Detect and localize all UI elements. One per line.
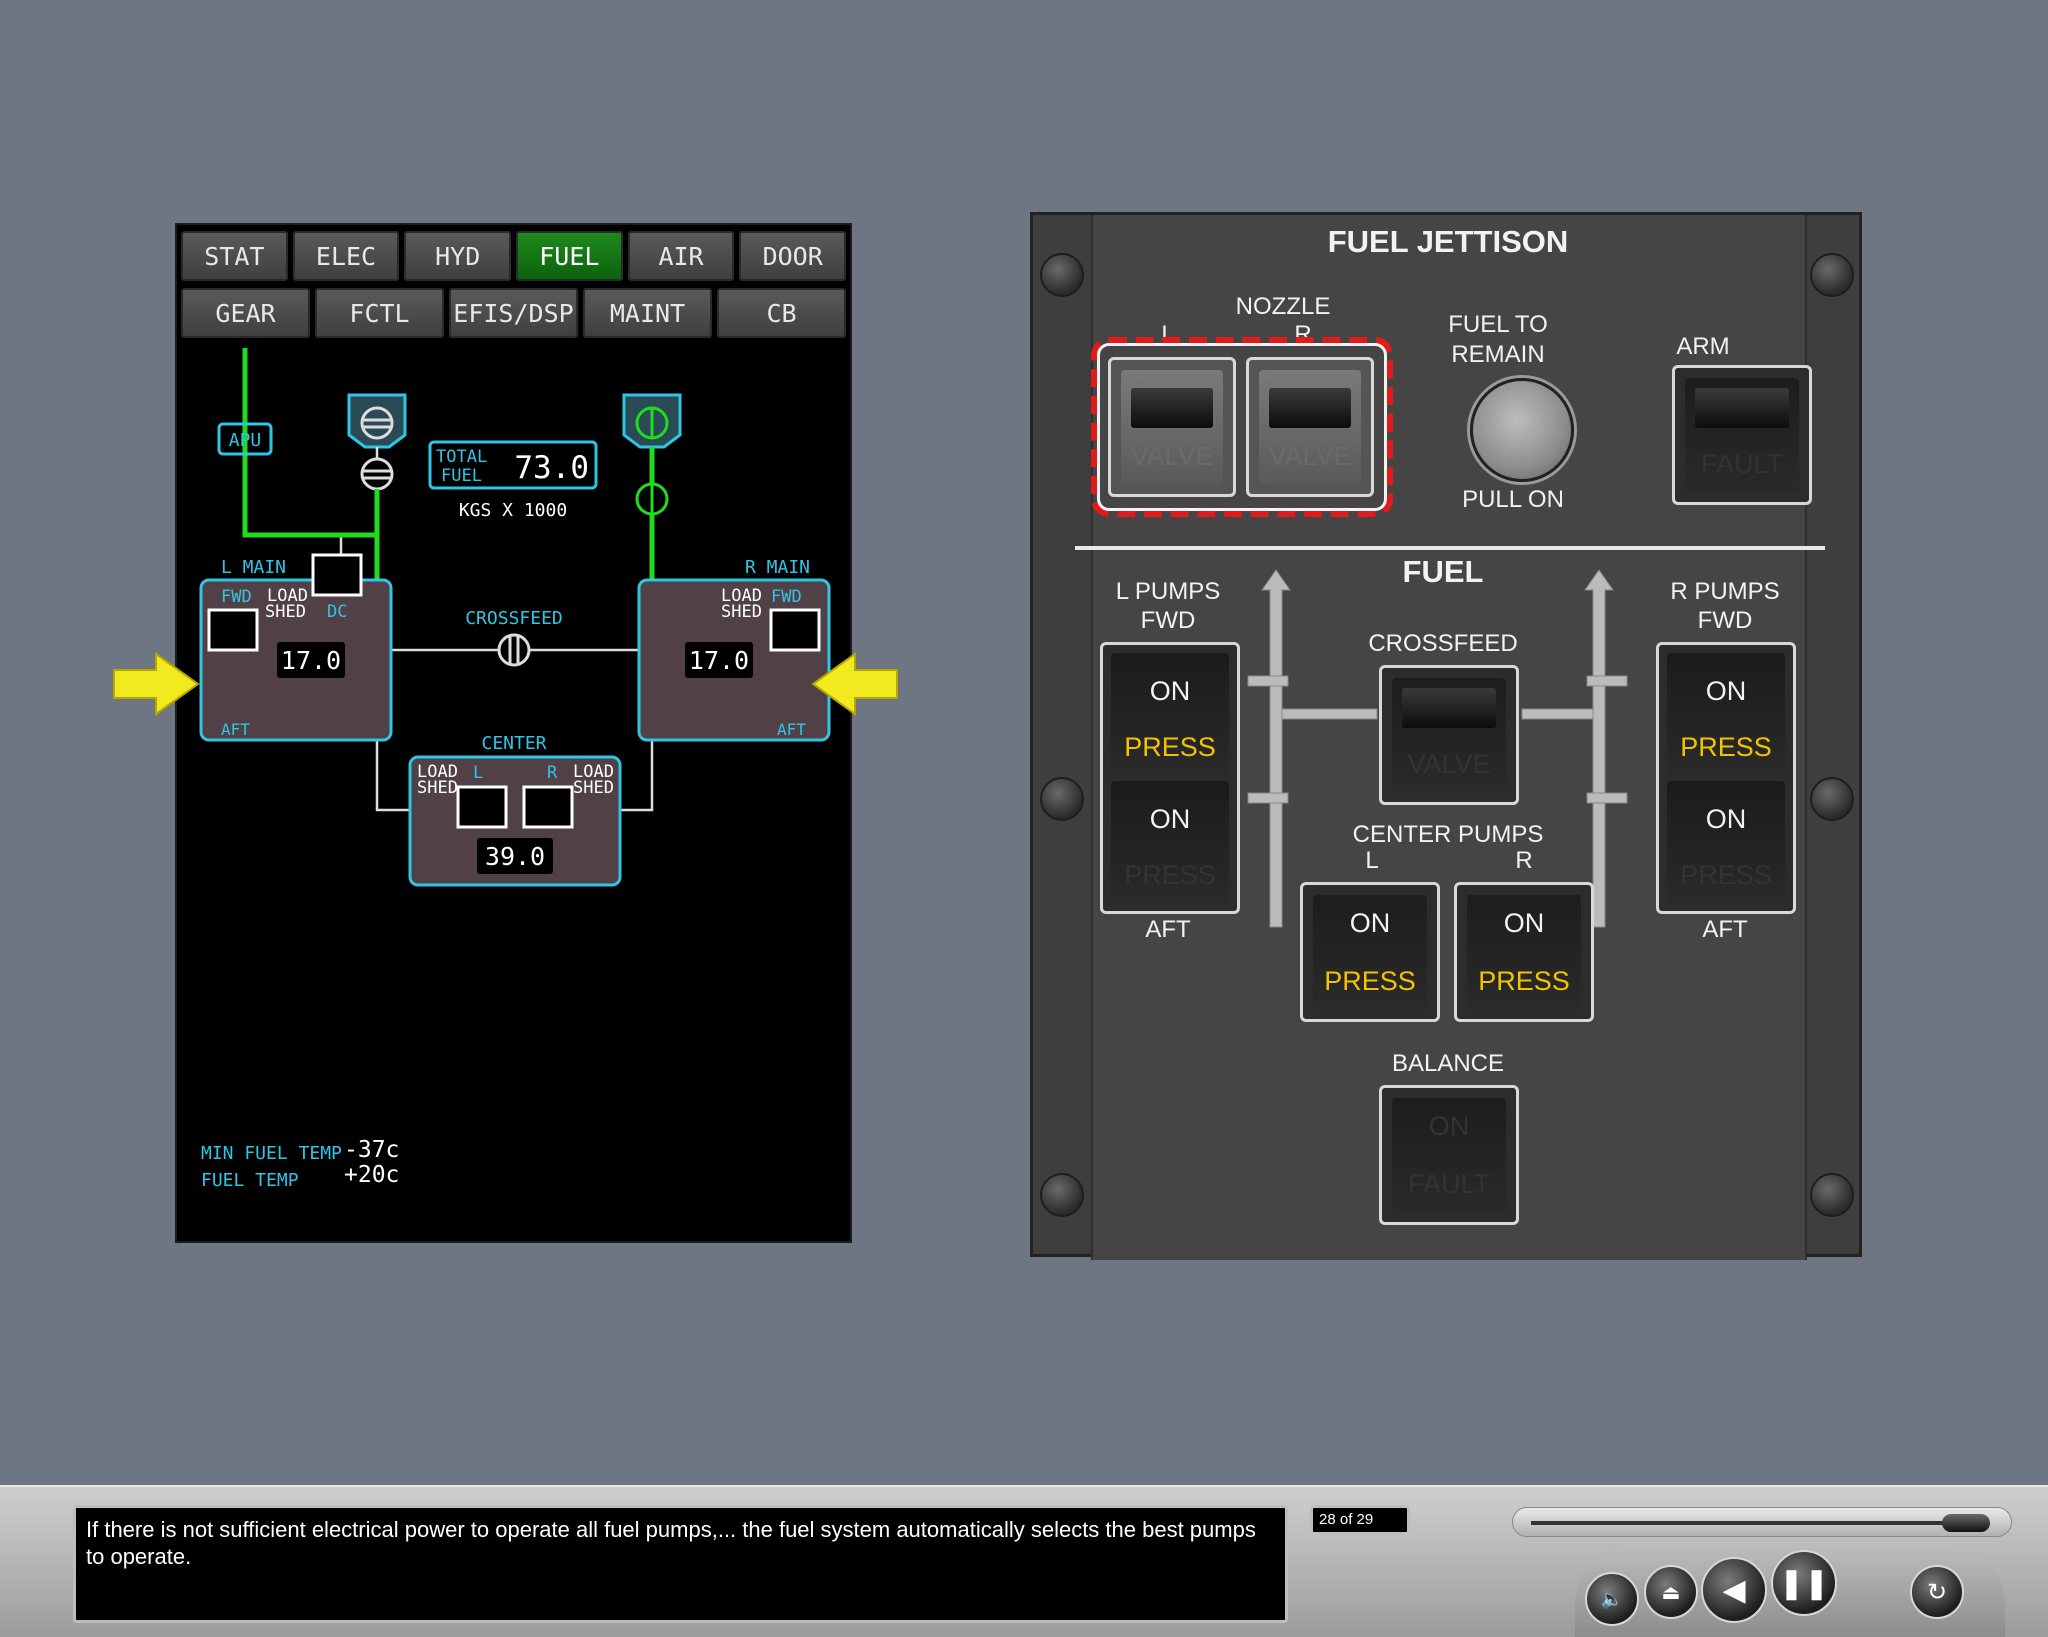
crossfeed-valve-light: VALVE — [1407, 748, 1491, 779]
center-r-pump-press-light: PRESS — [1478, 965, 1570, 996]
l-pumps-label-1: L PUMPS — [1115, 578, 1221, 605]
total-fuel-value: 73.0 — [514, 450, 589, 486]
l-aft-pump-on-light: ON — [1149, 803, 1191, 834]
fuel-overhead-panel: FUEL JETTISON NOZZLE L R VALVE VALVE FUE… — [1030, 212, 1862, 1260]
pause-icon[interactable]: ❚❚ — [1771, 1550, 1837, 1616]
center-tank-label: CENTER — [481, 733, 546, 754]
left-pointer-arrow-icon — [113, 652, 200, 716]
fuel-units-label: KGS X 1000 — [459, 500, 567, 521]
r-aft-pump-on-light: ON — [1705, 803, 1747, 834]
balance-label: BALANCE — [1391, 1050, 1505, 1077]
total-fuel-label-1: TOTAL — [436, 447, 487, 467]
center-l-pump-box — [456, 785, 508, 829]
narration-caption: If there is not sufficient electrical po… — [73, 1505, 1288, 1623]
l-main-fwd-pump-box — [207, 608, 259, 652]
crossfeed-label: CROSSFEED — [465, 608, 563, 629]
center-shed-left-label: SHED — [417, 778, 458, 798]
r-main-qty: 17.0 — [689, 646, 749, 675]
r-aft-pump-press-light: PRESS — [1680, 859, 1772, 890]
center-r-label: R — [547, 763, 558, 783]
l-main-fwd-label: FWD — [221, 587, 252, 607]
total-fuel-label-2: FUEL — [441, 466, 482, 486]
center-r-pump-switch[interactable]: ON PRESS — [1454, 882, 1594, 1022]
r-fwd-pump-on-light: ON — [1705, 675, 1747, 706]
center-l-label: L — [473, 763, 483, 783]
right-pointer-arrow-icon — [811, 652, 898, 716]
replay-icon[interactable]: ↻ — [1910, 1565, 1964, 1619]
balance-on-light: ON — [1428, 1110, 1470, 1141]
l-main-aft-label: AFT — [221, 720, 250, 739]
l-fwd-pump-switch[interactable]: ON PRESS — [1111, 653, 1229, 775]
l-main-dc-pump-box — [311, 553, 363, 597]
fuel-schematic: APU TOTAL FUEL 73.0 KGS X 1000 CROSSFEED… — [199, 348, 831, 1191]
l-aft-pump-switch[interactable]: ON PRESS — [1111, 781, 1229, 903]
back-icon[interactable]: ◀ — [1701, 1557, 1767, 1623]
balance-fault-light: FAULT — [1407, 1168, 1490, 1199]
page-counter: 28 of 29 — [1310, 1505, 1410, 1535]
r-fwd-aft-pump-switches: ON PRESS ON PRESS — [1656, 642, 1796, 914]
center-pumps-r-label: R — [1515, 847, 1533, 874]
progress-slider[interactable] — [1512, 1507, 2012, 1537]
l-pumps-label-2: FWD — [1140, 607, 1196, 634]
l-aft-pump-press-light: PRESS — [1124, 859, 1216, 890]
r-fwd-pump-switch[interactable]: ON PRESS — [1667, 653, 1785, 775]
r-pumps-aft-label: AFT — [1702, 916, 1748, 943]
r-pumps-label-2: FWD — [1697, 607, 1753, 634]
r-aft-pump-switch[interactable]: ON PRESS — [1667, 781, 1785, 903]
left-engine-icon — [347, 393, 407, 449]
l-main-qty: 17.0 — [281, 646, 341, 675]
apu-label: APU — [229, 430, 262, 451]
fuel-synoptic-display: STAT ELEC HYD FUEL AIR DOOR GEAR FCTL EF… — [175, 223, 852, 1243]
center-l-pump-switch[interactable]: ON PRESS — [1300, 882, 1440, 1022]
r-main-label: R MAIN — [745, 557, 810, 578]
l-pumps-aft-label: AFT — [1145, 916, 1191, 943]
center-l-pump-press-light: PRESS — [1324, 965, 1416, 996]
crossfeed-valve-icon — [497, 633, 531, 667]
center-pumps-l-label: L — [1365, 847, 1379, 874]
min-fuel-temp-label: MIN FUEL TEMP — [201, 1143, 342, 1164]
left-spar-valve-icon — [360, 457, 394, 491]
playback-controls: 🔈 ⏏ ◀ ❚❚ ↻ — [1575, 1545, 2005, 1637]
l-main-shed-label: SHED — [265, 602, 306, 622]
crossfeed-switch[interactable]: VALVE — [1379, 665, 1519, 805]
fuel-temp-label: FUEL TEMP — [201, 1170, 299, 1191]
r-main-aft-label: AFT — [777, 720, 806, 739]
center-l-pump-on-light: ON — [1349, 907, 1391, 938]
l-fwd-aft-pump-switches: ON PRESS ON PRESS — [1100, 642, 1240, 914]
r-main-fwd-label: FWD — [771, 587, 802, 607]
center-r-pump-on-light: ON — [1503, 907, 1545, 938]
eject-icon[interactable]: ⏏ — [1644, 1565, 1698, 1619]
fuel-temp-value: +20c — [344, 1162, 399, 1188]
progress-track — [1531, 1521, 1981, 1525]
right-engine-icon — [622, 393, 682, 449]
r-main-shed-label: SHED — [721, 602, 762, 622]
crossfeed-label: CROSSFEED — [1368, 630, 1518, 657]
l-fwd-pump-on-light: ON — [1149, 675, 1191, 706]
l-fwd-pump-press-light: PRESS — [1124, 731, 1216, 762]
progress-thumb[interactable] — [1942, 1514, 1991, 1532]
r-main-fwd-pump-box — [769, 608, 821, 652]
center-r-pump-box — [522, 785, 574, 829]
l-main-dc-label: DC — [327, 602, 347, 622]
right-spar-valve-icon — [635, 482, 669, 516]
volume-icon[interactable]: 🔈 — [1585, 1572, 1639, 1626]
center-qty: 39.0 — [485, 842, 545, 871]
min-fuel-temp-value: -37c — [344, 1137, 399, 1163]
r-fwd-pump-press-light: PRESS — [1680, 731, 1772, 762]
l-main-label: L MAIN — [221, 557, 286, 578]
balance-switch[interactable]: ON FAULT — [1379, 1085, 1519, 1225]
center-shed-right-label: SHED — [573, 778, 614, 798]
r-pumps-label-1: R PUMPS — [1670, 578, 1780, 605]
